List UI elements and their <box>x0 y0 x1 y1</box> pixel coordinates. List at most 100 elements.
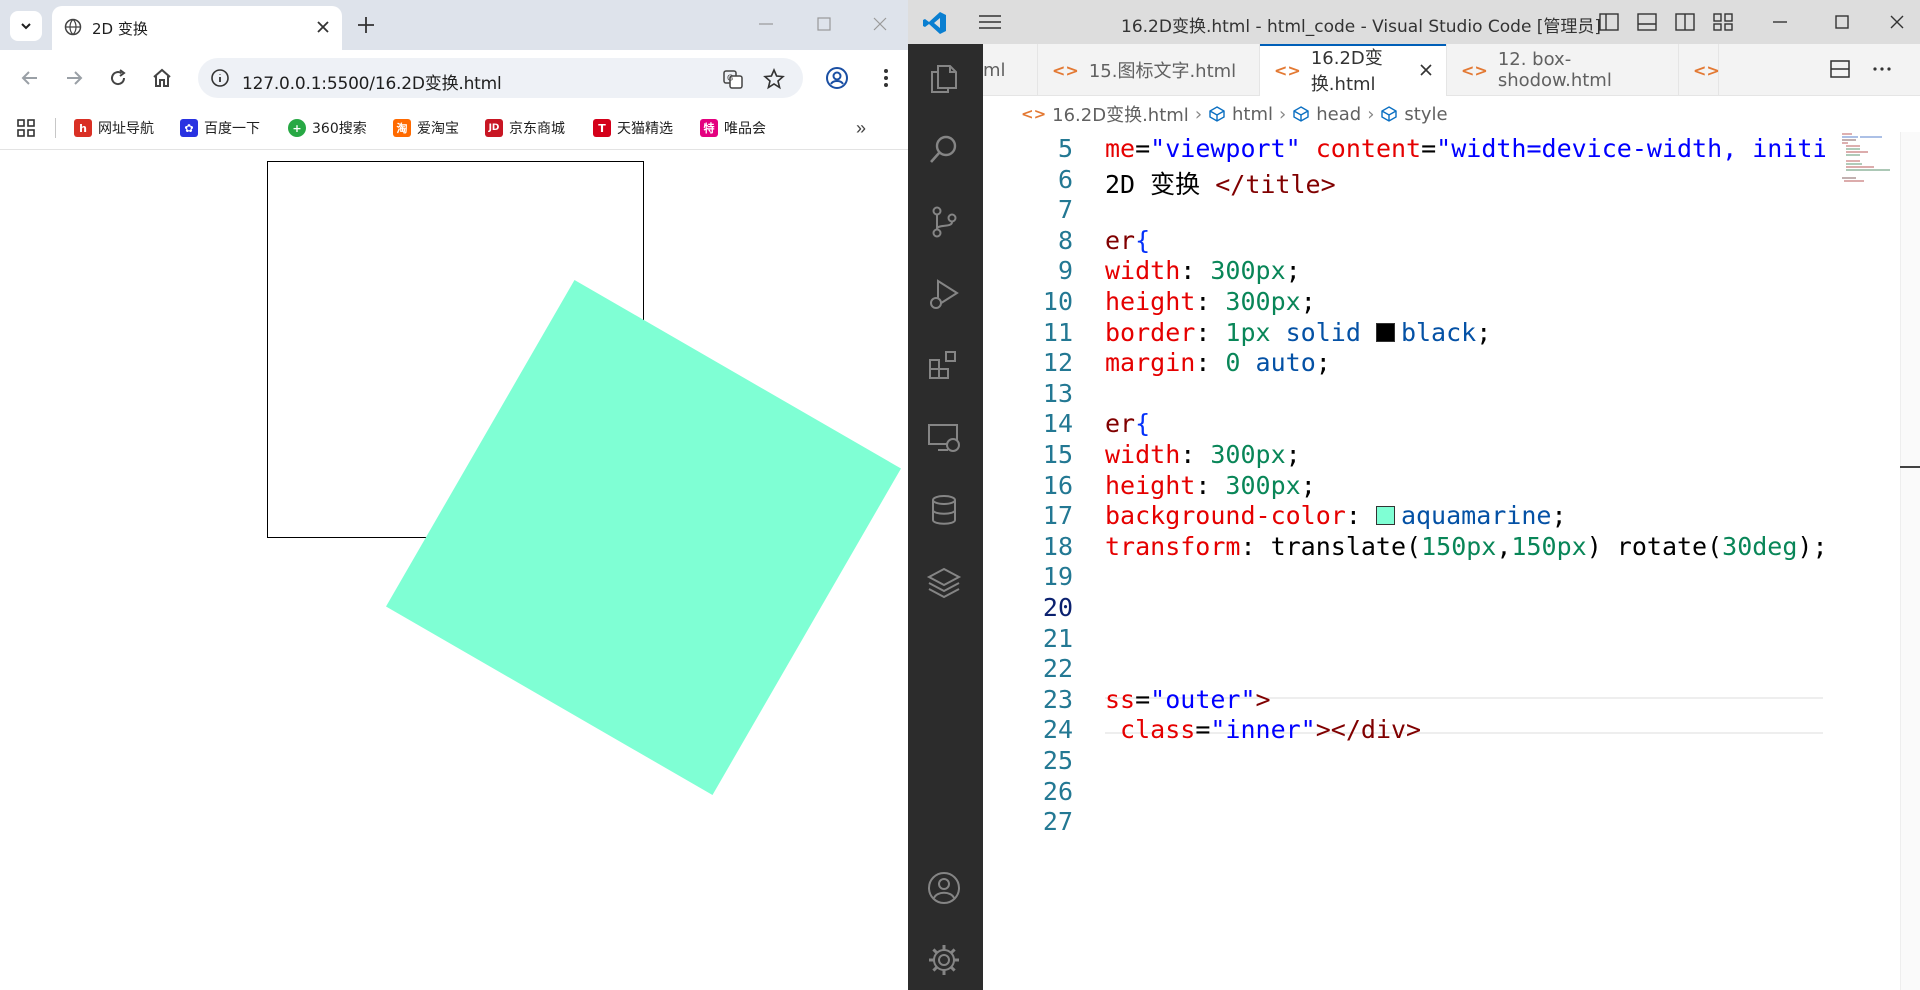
forward-arrow-icon[interactable] <box>62 66 86 90</box>
apps-grid-icon[interactable] <box>16 118 36 138</box>
line-number: 19 <box>1042 562 1073 592</box>
bookmark-label: 360搜索 <box>312 121 367 137</box>
editor-tab-active[interactable]: <> 16.2D变换.html <box>1260 44 1447 96</box>
maximize-icon[interactable] <box>814 14 834 34</box>
color-swatch-aquamarine[interactable] <box>1375 506 1395 526</box>
minimize-icon[interactable] <box>756 14 776 34</box>
line-number: 14 <box>1042 409 1073 439</box>
bookmark-item[interactable]: ✿ 百度一下 <box>180 118 260 138</box>
line-number: 18 <box>1042 531 1073 561</box>
line-number: 25 <box>1042 746 1073 775</box>
line-number: 21 <box>1042 623 1073 653</box>
vip-icon: 特 <box>700 119 718 137</box>
bookmark-star-icon[interactable] <box>763 68 785 90</box>
site-info-icon[interactable] <box>210 68 230 88</box>
more-menu-icon[interactable] <box>874 66 898 90</box>
minimap[interactable] <box>1838 132 1894 192</box>
bookmark-item[interactable]: +360搜索 <box>288 118 367 138</box>
code-editor[interactable]: 5 me="viewport" content="width=device-wid… <box>983 132 1920 990</box>
globe-icon <box>64 18 82 36</box>
html-file-icon: <> <box>1274 60 1301 80</box>
html-file-icon: <> <box>1052 60 1079 80</box>
account-icon[interactable] <box>926 870 962 906</box>
bookmark-item[interactable]: T 天猫精选 <box>593 118 673 138</box>
taobao-icon: 淘 <box>393 119 411 137</box>
editor-tab[interactable]: <> 15.图标文字.html <box>1038 44 1260 96</box>
address-bar[interactable]: 127.0.0.1:5500/16.2D变换.html G <box>198 58 803 98</box>
explorer-files-icon[interactable] <box>926 60 962 96</box>
line-number: 26 <box>1042 776 1073 806</box>
code-line: 27 <box>983 805 1843 842</box>
bookmark-item[interactable]: h 网址导航 <box>74 118 154 138</box>
close-icon[interactable] <box>314 18 332 36</box>
vscode-window: 16.2D变换.html - html_code - Visual Studio… <box>908 0 1920 990</box>
maximize-icon[interactable] <box>1833 13 1851 31</box>
bookmark-label: 网址导航 <box>98 121 154 137</box>
profile-icon[interactable] <box>825 66 849 90</box>
back-arrow-icon[interactable] <box>18 66 42 90</box>
line-number: 5 <box>1057 134 1073 163</box>
breadcrumb-item[interactable]: html <box>1232 104 1273 125</box>
more-actions-icon[interactable] <box>1871 58 1893 80</box>
tmall-icon: T <box>593 119 611 137</box>
tab-label: 12. box-shodow.html <box>1497 49 1612 91</box>
line-number: 23 <box>1042 684 1073 714</box>
new-tab-icon[interactable] <box>354 13 378 37</box>
line-number: 13 <box>1042 378 1073 408</box>
split-editor-icon[interactable] <box>1829 58 1851 80</box>
line-number: 8 <box>1057 225 1073 255</box>
editor-tab[interactable]: <> 12. box-shodow.html <box>1447 44 1679 96</box>
editor-tab-overflow[interactable]: <> <box>1679 44 1720 96</box>
bookmark-item[interactable]: JD 京东商城 <box>485 118 565 138</box>
line-number: 12 <box>1042 348 1073 378</box>
translate-icon[interactable]: G <box>722 68 744 90</box>
color-swatch-black[interactable] <box>1375 322 1395 342</box>
chevron-down-icon <box>21 23 31 30</box>
run-debug-icon[interactable] <box>926 276 962 312</box>
bookmarks-overflow-icon[interactable]: » <box>856 118 866 139</box>
tab-label: ml <box>983 59 1006 81</box>
svg-text:G: G <box>727 74 733 83</box>
editor-scrollbar[interactable] <box>1900 132 1920 990</box>
home-icon[interactable] <box>150 66 174 90</box>
settings-gear-icon[interactable] <box>926 942 962 978</box>
window-title: 16.2D变换.html - html_code - Visual Studio… <box>1121 17 1602 37</box>
vscode-logo-icon <box>923 12 946 34</box>
browser-tab-active[interactable]: 2D 变换 <box>52 6 342 50</box>
window-close-icon[interactable] <box>870 14 890 34</box>
line-number: 6 <box>1057 164 1073 194</box>
close-icon[interactable] <box>1418 62 1434 78</box>
breadcrumb-item[interactable]: head <box>1316 104 1361 125</box>
breadcrumb-item[interactable]: 16.2D变换.html <box>1052 101 1189 127</box>
search-icon[interactable] <box>926 132 962 168</box>
element-cube-icon <box>1209 106 1225 122</box>
toggle-panel-icon[interactable] <box>1636 11 1658 33</box>
bookmarks-divider <box>55 118 56 138</box>
bookmark-item[interactable]: 特唯品会 <box>700 118 766 138</box>
extensions-icon[interactable] <box>926 348 962 384</box>
toggle-sidebar-icon[interactable] <box>1598 11 1620 33</box>
chevron-right-icon: › <box>1279 103 1287 125</box>
scrollbar-cursor-marker <box>1900 466 1920 468</box>
reload-icon[interactable] <box>106 66 130 90</box>
remote-explorer-icon[interactable] <box>926 420 962 456</box>
360-icon: + <box>288 119 306 137</box>
editor-tab[interactable]: ml <box>983 44 1038 96</box>
menu-hamburger-icon[interactable] <box>978 12 1002 32</box>
chevron-right-icon: › <box>1367 103 1375 125</box>
line-number: 24 <box>1042 715 1073 745</box>
window-close-icon[interactable] <box>1888 13 1906 31</box>
bookmark-item[interactable]: 淘爱淘宝 <box>393 118 459 138</box>
line-number: 15 <box>1042 440 1073 469</box>
line-number: 10 <box>1042 287 1073 316</box>
tab-title: 2D 变换 <box>92 20 148 38</box>
toggle-secondary-sidebar-icon[interactable] <box>1674 11 1696 33</box>
source-control-icon[interactable] <box>926 204 962 240</box>
tab-search-button[interactable] <box>10 11 42 41</box>
database-icon[interactable] <box>926 492 962 528</box>
minimize-icon[interactable] <box>1771 13 1789 31</box>
breadcrumb-item[interactable]: style <box>1404 104 1447 125</box>
activity-bar <box>908 44 983 990</box>
layers-icon[interactable] <box>926 564 962 600</box>
customize-layout-icon[interactable] <box>1712 11 1734 33</box>
